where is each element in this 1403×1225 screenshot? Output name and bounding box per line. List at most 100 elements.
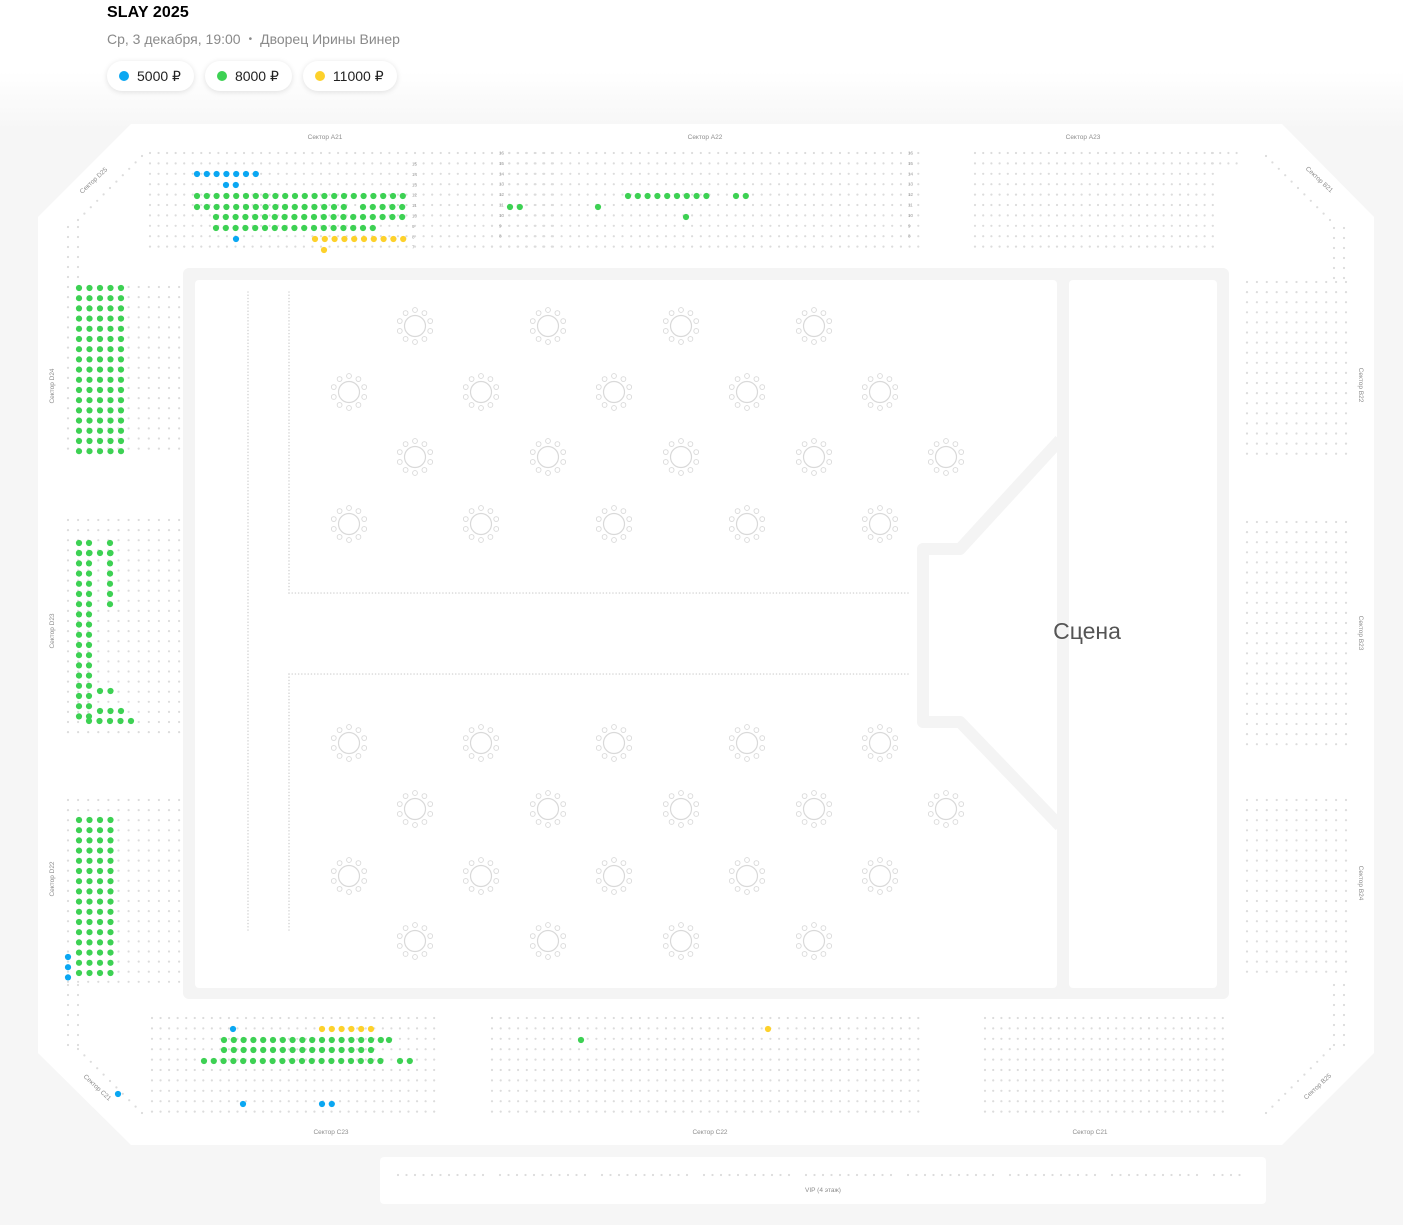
seat-available[interactable] [75, 346, 83, 353]
seat-available[interactable] [96, 366, 104, 373]
seat-available[interactable] [703, 192, 710, 200]
seat-available[interactable] [240, 1057, 247, 1065]
seat-available[interactable] [261, 224, 269, 232]
seat-available[interactable] [318, 1100, 326, 1108]
seat-available[interactable] [96, 816, 104, 824]
seat-available[interactable] [107, 386, 114, 394]
seat-available[interactable] [75, 929, 83, 936]
seat-available[interactable] [291, 224, 298, 232]
seat-available[interactable] [193, 203, 201, 211]
seat-available[interactable] [359, 224, 367, 232]
seat-available[interactable] [96, 448, 104, 455]
seat-available[interactable] [222, 224, 229, 232]
seat-available[interactable] [331, 235, 338, 243]
seat-available[interactable] [358, 1025, 365, 1033]
seat-available[interactable] [85, 621, 93, 628]
seat-available[interactable] [242, 224, 249, 232]
seat-available[interactable] [96, 427, 104, 434]
seat-available[interactable] [577, 1036, 585, 1044]
seat-available[interactable] [85, 539, 93, 547]
seat-available[interactable] [311, 235, 319, 243]
seat-available[interactable] [107, 878, 114, 885]
seat-available[interactable] [107, 448, 114, 455]
seat-available[interactable] [242, 192, 250, 200]
seat-available[interactable] [85, 652, 93, 659]
seat-available[interactable] [693, 192, 700, 200]
seat-available[interactable] [107, 898, 114, 905]
seat-available[interactable] [96, 908, 104, 915]
seat-available[interactable] [350, 192, 357, 200]
seat-available[interactable] [75, 611, 83, 618]
seat-available[interactable] [86, 857, 93, 864]
seat-available[interactable] [86, 335, 93, 343]
seat-available[interactable] [223, 192, 230, 200]
seat-available[interactable] [261, 213, 269, 221]
seat-available[interactable] [389, 203, 396, 211]
seat-available[interactable] [75, 539, 83, 547]
seat-available[interactable] [250, 1036, 257, 1044]
seat-available[interactable] [269, 1036, 277, 1044]
seat-available[interactable] [683, 192, 690, 200]
seat-available[interactable] [213, 170, 220, 178]
seat-available[interactable] [222, 181, 230, 189]
seat-available[interactable] [107, 315, 114, 322]
seat-available[interactable] [318, 1025, 326, 1033]
seat-available[interactable] [252, 224, 259, 232]
seat-available[interactable] [75, 335, 83, 343]
seat-available[interactable] [86, 356, 93, 363]
seat-available[interactable] [367, 1036, 375, 1044]
seat-available[interactable] [107, 305, 114, 312]
seat-available[interactable] [96, 397, 104, 404]
seat-available[interactable] [298, 1057, 306, 1065]
seat-available[interactable] [86, 847, 93, 854]
seat-available[interactable] [96, 376, 104, 383]
seat-available[interactable] [86, 305, 93, 312]
seat-available[interactable] [75, 621, 83, 628]
seat-available[interactable] [75, 570, 83, 577]
seat-available[interactable] [85, 590, 93, 598]
seat-available[interactable] [86, 366, 93, 373]
seat-available[interactable] [107, 929, 114, 936]
seat-available[interactable] [200, 1057, 208, 1065]
seat-available[interactable] [233, 203, 240, 211]
seat-available[interactable] [742, 192, 749, 200]
seat-available[interactable] [75, 448, 83, 455]
seat-available[interactable] [117, 386, 125, 394]
seat-available[interactable] [107, 908, 114, 915]
seat-available[interactable] [682, 213, 690, 221]
seat-available[interactable] [96, 437, 104, 445]
seat-available[interactable] [85, 570, 93, 577]
seat-available[interactable] [75, 703, 83, 710]
seat-available[interactable] [96, 857, 104, 864]
seat-available[interactable] [107, 847, 114, 854]
seat-available[interactable] [107, 407, 114, 414]
seat-available[interactable] [223, 203, 230, 211]
seat-available[interactable] [338, 1046, 345, 1054]
seat-available[interactable] [222, 213, 229, 221]
seat-available[interactable] [357, 1057, 364, 1065]
seat-available[interactable] [107, 376, 114, 383]
seat-available[interactable] [229, 1025, 237, 1033]
seat-available[interactable] [96, 898, 104, 905]
seat-available[interactable] [96, 959, 104, 966]
seat-available[interactable] [114, 1090, 122, 1098]
seat-available[interactable] [86, 549, 93, 557]
seat-available[interactable] [107, 687, 114, 695]
seat-available[interactable] [75, 857, 83, 864]
seat-available[interactable] [367, 1057, 374, 1065]
seat-available[interactable] [220, 1046, 228, 1054]
seat-available[interactable] [379, 213, 386, 221]
seat-available[interactable] [338, 1057, 345, 1065]
seat-available[interactable] [654, 192, 661, 200]
seat-available[interactable] [96, 969, 104, 977]
seat-available[interactable] [399, 213, 406, 221]
seat-available[interactable] [347, 1057, 355, 1065]
seat-available[interactable] [328, 1036, 335, 1044]
seat-available[interactable] [86, 827, 93, 834]
seat-available[interactable] [232, 224, 239, 232]
seat-available[interactable] [86, 427, 93, 434]
seat-available[interactable] [318, 1057, 325, 1065]
seat-available[interactable] [107, 284, 114, 292]
seat-available[interactable] [86, 816, 93, 824]
seat-available[interactable] [328, 1046, 335, 1054]
